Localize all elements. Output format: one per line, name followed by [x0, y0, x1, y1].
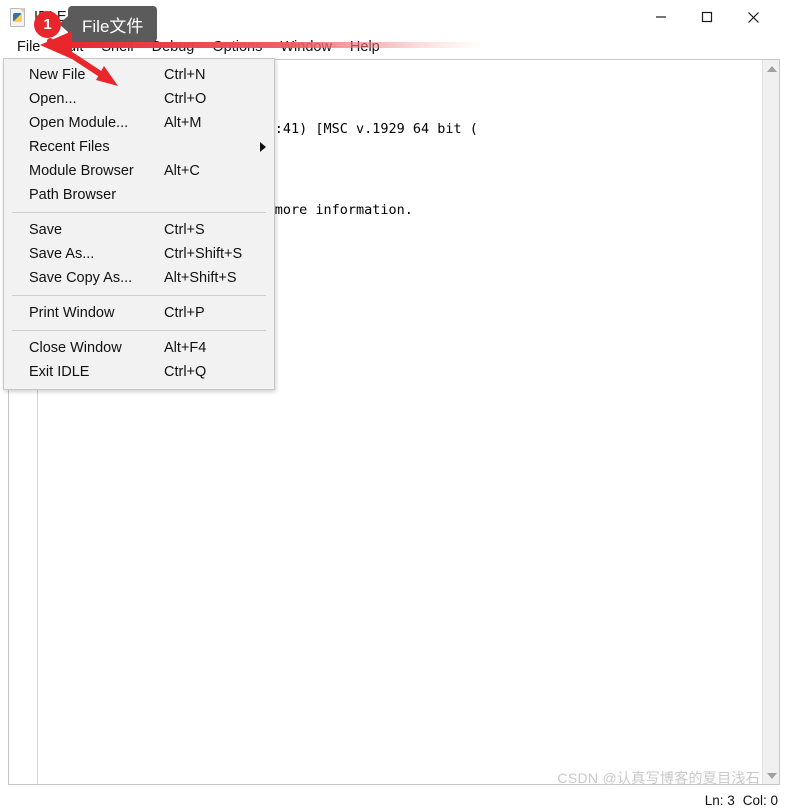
chevron-right-icon	[260, 142, 266, 152]
menu-item-label: Path Browser	[29, 187, 117, 203]
menu-item-label: Open...	[29, 91, 77, 107]
menu-item-module-browser[interactable]: Module Browser Alt+C	[4, 159, 274, 183]
scroll-down-arrow-icon[interactable]	[763, 767, 779, 784]
menubar-item-options[interactable]: Options	[203, 37, 271, 57]
file-dropdown-menu[interactable]: New File Ctrl+N Open... Ctrl+O Open Modu…	[3, 58, 275, 390]
close-icon[interactable]	[730, 0, 776, 34]
menu-item-label: Recent Files	[29, 139, 110, 155]
menu-item-new-file[interactable]: New File Ctrl+N	[4, 63, 274, 87]
menu-item-label: Module Browser	[29, 163, 134, 179]
menu-item-accelerator: Alt+F4	[164, 340, 207, 356]
menubar-item-window[interactable]: Window	[271, 37, 341, 57]
menu-item-label: New File	[29, 67, 86, 83]
idle-shell-window: IDLE Shell 3.10.4 File Edit Shell Debug …	[0, 0, 788, 811]
menu-item-accelerator: Ctrl+Q	[164, 364, 207, 380]
vertical-scrollbar[interactable]	[762, 60, 779, 784]
status-column-number: Col: 0	[742, 792, 778, 808]
menu-item-accelerator: Ctrl+O	[164, 91, 207, 107]
menubar-item-file[interactable]: File	[8, 37, 49, 57]
scroll-up-arrow-icon[interactable]	[763, 60, 779, 77]
menu-item-accelerator: Alt+M	[164, 115, 202, 131]
menu-item-accelerator: Ctrl+Shift+S	[164, 246, 243, 262]
window-controls	[638, 0, 788, 34]
maximize-icon[interactable]	[684, 0, 730, 34]
menu-item-label: Close Window	[29, 340, 122, 356]
menu-separator	[12, 212, 266, 213]
status-line-number: Ln: 3	[704, 792, 735, 808]
menu-item-accelerator: Ctrl+N	[164, 67, 206, 83]
menubar-item-help[interactable]: Help	[341, 37, 389, 57]
annotation-badge-1: 1	[34, 11, 61, 38]
menu-item-label: Print Window	[29, 305, 115, 321]
menu-item-save-as[interactable]: Save As... Ctrl+Shift+S	[4, 242, 274, 266]
menu-item-open-module[interactable]: Open Module... Alt+M	[4, 111, 274, 135]
menu-item-accelerator: Ctrl+S	[164, 222, 205, 238]
menu-separator	[12, 295, 266, 296]
menu-item-print-window[interactable]: Print Window Ctrl+P	[4, 301, 274, 325]
menu-item-accelerator: Alt+Shift+S	[164, 270, 237, 286]
menu-item-accelerator: Alt+C	[164, 163, 200, 179]
python-file-icon	[10, 8, 26, 27]
menu-item-label: Save	[29, 222, 63, 238]
menu-item-label: Save Copy As...	[29, 270, 133, 286]
menu-item-exit-idle[interactable]: Exit IDLE Ctrl+Q	[4, 360, 274, 384]
menu-item-close-window[interactable]: Close Window Alt+F4	[4, 336, 274, 360]
menu-item-label: Save As...	[29, 246, 95, 262]
menu-item-recent-files[interactable]: Recent Files	[4, 135, 274, 159]
menu-item-save-copy-as[interactable]: Save Copy As... Alt+Shift+S	[4, 266, 274, 290]
menu-item-path-browser[interactable]: Path Browser	[4, 183, 274, 207]
status-bar: Ln: 3 Col: 0	[705, 789, 778, 811]
menu-separator	[12, 330, 266, 331]
annotation-callout-1: File文件	[68, 6, 158, 42]
menu-item-open[interactable]: Open... Ctrl+O	[4, 87, 274, 111]
menu-item-label: Open Module...	[29, 115, 129, 131]
menu-item-label: Exit IDLE	[29, 364, 90, 380]
menu-item-save[interactable]: Save Ctrl+S	[4, 218, 274, 242]
menu-item-accelerator: Ctrl+P	[164, 305, 205, 321]
minimize-icon[interactable]	[638, 0, 684, 34]
